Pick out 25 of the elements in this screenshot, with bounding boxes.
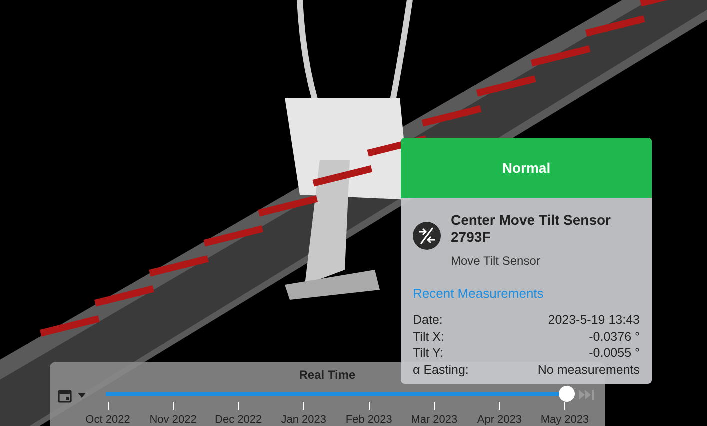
field-value: -0.0055 ° bbox=[589, 345, 640, 360]
field-label: Date: bbox=[413, 312, 443, 328]
field-label: Tilt Y: bbox=[413, 345, 444, 360]
calendar-icon[interactable] bbox=[58, 389, 72, 403]
field-label: Tilt X: bbox=[413, 328, 444, 344]
tick-label: Nov 2022 bbox=[150, 413, 197, 426]
tick-label: Mar 2023 bbox=[411, 413, 458, 426]
field-value: No measurements bbox=[538, 362, 640, 377]
tick-label: Apr 2023 bbox=[477, 413, 522, 426]
tick-label: Jan 2023 bbox=[281, 413, 326, 426]
tick-label: Oct 2022 bbox=[86, 413, 130, 426]
tick-label: Dec 2022 bbox=[215, 413, 262, 426]
tick-label: Feb 2023 bbox=[346, 413, 392, 426]
status-text: Normal bbox=[502, 158, 551, 178]
slider-thumb[interactable] bbox=[559, 386, 575, 402]
timeline-title: Real Time bbox=[299, 367, 356, 384]
tilt-sensor-icon bbox=[413, 222, 441, 250]
sensor-name: Center Move Tilt Sensor 2793F bbox=[451, 212, 612, 246]
tick-label: May 2023 bbox=[540, 413, 590, 426]
caret-icon[interactable] bbox=[78, 393, 86, 399]
field-label: α Easting: bbox=[413, 362, 469, 377]
field-value: 2023-5-19 13:43 bbox=[548, 312, 640, 328]
section-heading: Recent Measurements bbox=[413, 286, 544, 301]
sensor-type: Move Tilt Sensor bbox=[451, 253, 542, 270]
field-value: -0.0376 ° bbox=[589, 328, 640, 344]
